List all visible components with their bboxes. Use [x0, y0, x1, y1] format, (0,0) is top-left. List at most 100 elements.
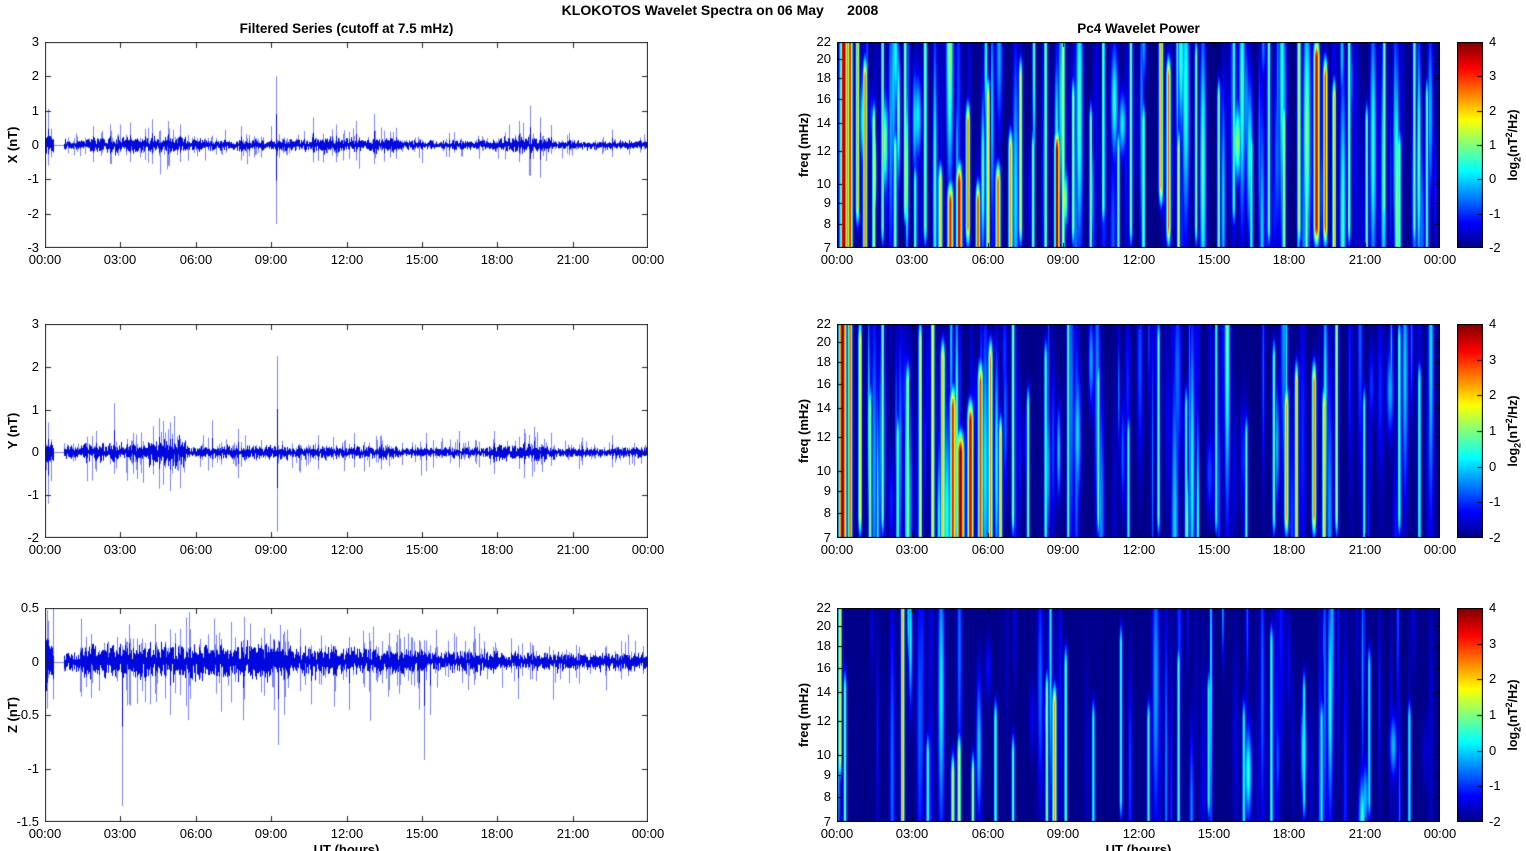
x-tick-label: 09:00 [254, 542, 288, 557]
z-wavelet-spectrogram [837, 608, 1440, 822]
x-tick-label: 00:00 [631, 826, 665, 841]
freq-tick-label: 18 [816, 70, 831, 85]
colorbar-tick-label: -2 [1489, 530, 1501, 545]
x-tick-label: 00:00 [631, 252, 665, 267]
y-wavelet-spectrogram [837, 324, 1440, 538]
colorbar-tick-label: 3 [1489, 636, 1497, 651]
x-tick-label: 09:00 [254, 252, 288, 267]
x-tick-label: 12:00 [330, 826, 364, 841]
x-tick-label: 00:00 [1423, 252, 1457, 267]
x-tick-label: 09:00 [1046, 542, 1080, 557]
y-tick-label: -1 [27, 487, 39, 502]
y-tick-label: 0 [31, 654, 39, 669]
colorbar-tick-label: 4 [1489, 600, 1497, 615]
x-tick-label: 03:00 [103, 252, 137, 267]
x-tick-label: 21:00 [556, 252, 590, 267]
freq-tick-label: 22 [816, 316, 831, 331]
freq-tick-label: 10 [816, 176, 831, 191]
colorbar-tick-label: -2 [1489, 814, 1501, 829]
y-tick-label: 0 [31, 137, 39, 152]
freq-tick-label: 8 [823, 505, 831, 520]
freq-tick-label: 16 [816, 91, 831, 106]
y-tick-label: 3 [31, 34, 39, 49]
x-tick-label: 06:00 [179, 542, 213, 557]
y-filtered-series-plot [45, 324, 648, 538]
colorbar-tick-label: 2 [1489, 671, 1497, 686]
x-tick-label: 09:00 [1046, 826, 1080, 841]
x-tick-label: 06:00 [971, 252, 1005, 267]
x-filtered-series-plot [45, 42, 648, 248]
x-tick-label: 12:00 [330, 252, 364, 267]
x-tick-label: 15:00 [405, 252, 439, 267]
freq-tick-label: 7 [823, 814, 831, 829]
x-tick-label: 06:00 [179, 252, 213, 267]
colorbar-tick-label: 0 [1489, 459, 1497, 474]
colorbar-tick-label: 1 [1489, 137, 1497, 152]
colorbar-tick-label: -1 [1489, 778, 1501, 793]
freq-tick-label: 8 [823, 789, 831, 804]
x-tick-label: 18:00 [1272, 826, 1306, 841]
x-tick-label: 00:00 [1423, 542, 1457, 557]
freq-tick-label: 9 [823, 483, 831, 498]
freq-tick-label: 20 [816, 51, 831, 66]
x-tick-label: 15:00 [1197, 542, 1231, 557]
y-tick-label: 1 [31, 402, 39, 417]
colorbar-tick-label: 3 [1489, 352, 1497, 367]
freq-tick-label: 20 [816, 618, 831, 633]
freq-tick-label: 7 [823, 240, 831, 255]
colorbar-tick-label: -1 [1489, 206, 1501, 221]
freq-tick-label: 12 [816, 429, 831, 444]
figure-title: KLOKOTOS Wavelet Spectra on 06 May 2008 [561, 2, 879, 18]
freq-tick-label: 8 [823, 216, 831, 231]
y-tick-label: -2 [27, 206, 39, 221]
x-tick-label: 06:00 [179, 826, 213, 841]
figure: KLOKOTOS Wavelet Spectra on 06 May 2008 … [0, 0, 1526, 851]
y-tick-label: -3 [27, 240, 39, 255]
colorbar-tick-label: -2 [1489, 240, 1501, 255]
y-tick-label: -0.5 [16, 707, 39, 722]
x-tick-label: 00:00 [631, 542, 665, 557]
x-tick-label: 00:00 [1423, 826, 1457, 841]
y-tick-label: 1 [31, 103, 39, 118]
x-tick-label: 03:00 [895, 826, 929, 841]
right-column-title: Pc4 Wavelet Power [1077, 21, 1200, 36]
freq-tick-label: 14 [816, 684, 831, 699]
x-tick-label: 12:00 [1122, 542, 1156, 557]
x-tick-label: 03:00 [895, 252, 929, 267]
colorbar-tick-label: 1 [1489, 423, 1497, 438]
x-tick-label: 12:00 [330, 542, 364, 557]
colorbar-tick-label: 0 [1489, 171, 1497, 186]
y-tick-label: 2 [31, 68, 39, 83]
colorbar-tick-label: 4 [1489, 34, 1497, 49]
colorbar-tick-label: 4 [1489, 316, 1497, 331]
y-tick-label: 3 [31, 316, 39, 331]
freq-tick-label: 9 [823, 195, 831, 210]
freq-tick-label: 9 [823, 767, 831, 782]
z-filtered-series-plot [45, 608, 648, 822]
freq-tick-label: 22 [816, 600, 831, 615]
freq-tick-label: 12 [816, 713, 831, 728]
x-tick-label: 12:00 [1122, 252, 1156, 267]
x-tick-label: 09:00 [1046, 252, 1080, 267]
x-tick-label: 03:00 [895, 542, 929, 557]
x-tick-label: 12:00 [1122, 826, 1156, 841]
x-tick-label: 21:00 [1348, 826, 1382, 841]
x-wavelet-spectrogram [837, 42, 1440, 248]
x-tick-label: 18:00 [480, 252, 514, 267]
x-tick-label: 18:00 [480, 542, 514, 557]
colorbar-tick-label: 0 [1489, 743, 1497, 758]
x-tick-label: 15:00 [405, 542, 439, 557]
freq-tick-label: 16 [816, 660, 831, 675]
freq-tick-label: 14 [816, 115, 831, 130]
colorbar-tick-label: -1 [1489, 494, 1501, 509]
ut-hours-label-left: UT (hours) [313, 842, 380, 851]
y-tick-label: 0 [31, 444, 39, 459]
x-tick-label: 03:00 [103, 542, 137, 557]
x-tick-label: 18:00 [1272, 252, 1306, 267]
y-tick-label: -2 [27, 530, 39, 545]
x-tick-label: 09:00 [254, 826, 288, 841]
x-tick-label: 21:00 [556, 826, 590, 841]
x-tick-label: 06:00 [971, 542, 1005, 557]
x-tick-label: 15:00 [405, 826, 439, 841]
freq-tick-label: 20 [816, 334, 831, 349]
